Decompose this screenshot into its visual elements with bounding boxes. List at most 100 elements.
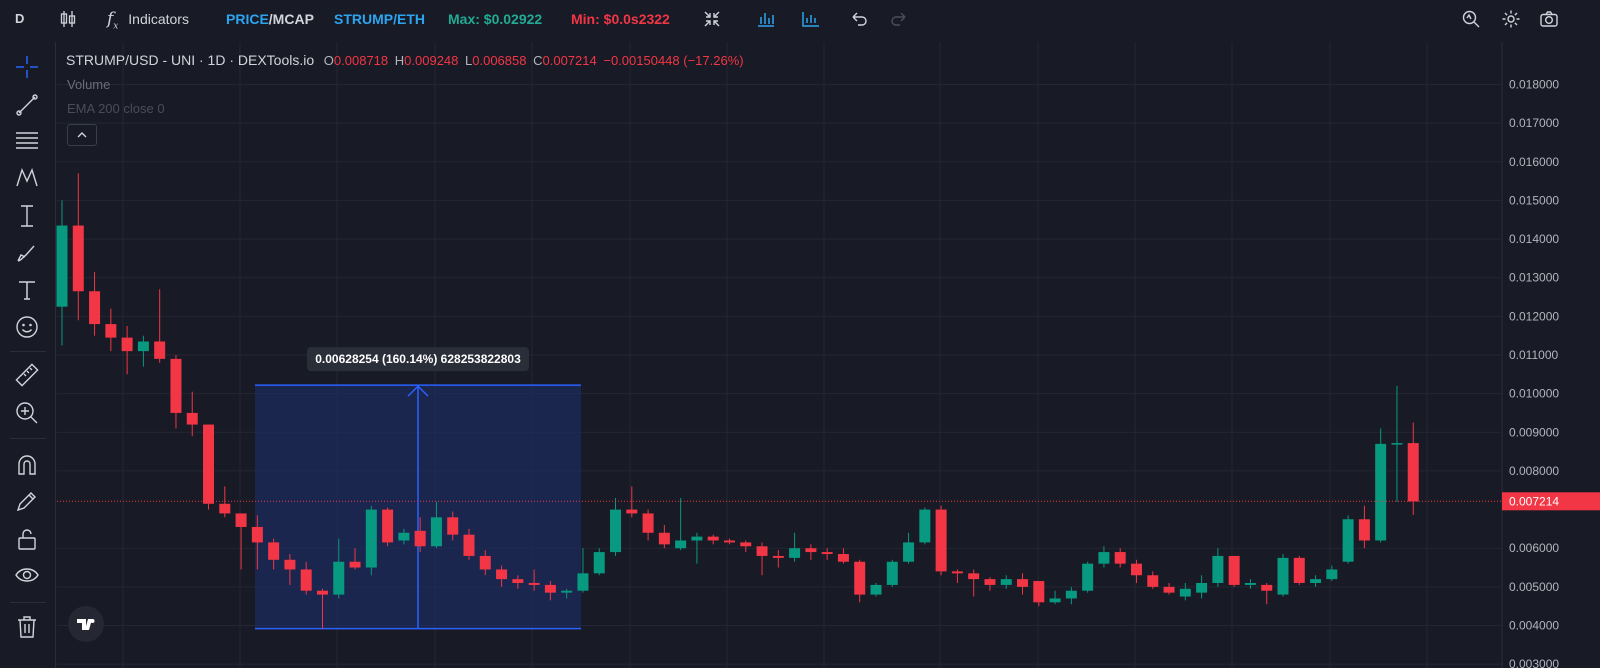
candle-body (1065, 590, 1077, 599)
close-label: C (533, 53, 543, 68)
candle (1212, 548, 1224, 587)
volume-indicator-label[interactable]: Volume (67, 77, 110, 92)
crosshair-icon[interactable] (14, 54, 40, 80)
candle-body (89, 291, 101, 325)
price-tick-label: 0.003000 (1509, 657, 1559, 668)
candle-body (1375, 443, 1387, 541)
price-tick-label: 0.008000 (1509, 464, 1559, 478)
candle-body (414, 530, 426, 547)
candle (935, 505, 947, 576)
candle-body (333, 561, 345, 595)
price-label: PRICE (226, 11, 269, 27)
candle-body (870, 584, 882, 595)
candle (870, 582, 882, 597)
candle (154, 289, 166, 363)
candle (235, 513, 247, 570)
toolbar-divider (10, 351, 46, 352)
bar-chart-icon[interactable] (756, 9, 776, 29)
candle-body (316, 590, 328, 595)
brush-icon[interactable] (14, 240, 40, 266)
candles-icon[interactable] (58, 9, 78, 29)
measure-projection-icon[interactable] (14, 203, 40, 229)
pair-switch-button[interactable]: STRUMP/ETH (334, 0, 425, 38)
candle-body (903, 542, 915, 562)
candle-body (496, 569, 508, 580)
line-chart-icon[interactable] (801, 9, 821, 29)
candle-body (121, 337, 133, 352)
candle-body (235, 513, 247, 527)
candle-body (1017, 579, 1029, 587)
symbol-title[interactable]: STRUMP/USD - UNI · 1D · DEXTools.io (66, 52, 314, 68)
candle-body (365, 509, 377, 568)
candle-body (382, 509, 394, 543)
candle-body (1391, 443, 1403, 445)
tradingview-logo[interactable] (68, 606, 104, 642)
ruler-icon[interactable] (14, 362, 40, 388)
drawing-toolbar (0, 42, 56, 668)
candle-body (707, 536, 719, 541)
candle-body (1147, 575, 1159, 587)
toolbar-divider (10, 438, 46, 439)
fx-icon: fx (107, 9, 119, 32)
price-tick-label: 0.005000 (1509, 580, 1559, 594)
candle (219, 486, 231, 518)
candle (593, 548, 605, 576)
high-value: 0.009248 (404, 53, 459, 68)
candle-body (789, 548, 801, 558)
magnet-icon[interactable] (14, 452, 40, 478)
trend-line-icon[interactable] (14, 92, 40, 118)
candle (170, 355, 182, 429)
collapse-legend-button[interactable] (67, 124, 97, 146)
quick-search-icon[interactable] (1461, 9, 1481, 29)
candle (1082, 561, 1094, 593)
candle-body (610, 509, 622, 553)
candle (837, 548, 849, 564)
candle-body (1342, 519, 1354, 562)
candle (1310, 575, 1322, 587)
ohlc-legend: STRUMP/USD - UNI · 1D · DEXTools.io O0.0… (66, 52, 744, 68)
redo-icon[interactable] (889, 9, 909, 29)
eye-icon[interactable] (14, 562, 40, 588)
candle (1179, 582, 1191, 601)
indicators-button[interactable]: fx Indicators (107, 0, 189, 38)
candle-body (740, 542, 752, 547)
candle (1261, 582, 1273, 605)
measure-tool[interactable] (255, 384, 581, 630)
candle (968, 569, 980, 597)
candle-body (1179, 588, 1191, 597)
settings-gear-icon[interactable] (1501, 9, 1521, 29)
candle (740, 540, 752, 553)
symbol-button[interactable]: D (15, 0, 24, 38)
pattern-icon[interactable] (14, 165, 40, 191)
candle (772, 550, 784, 568)
emoji-icon[interactable] (14, 314, 40, 340)
candle-body (561, 590, 573, 593)
collapse-icon[interactable] (702, 9, 722, 29)
candle (919, 507, 931, 545)
candle-body (626, 509, 638, 514)
ema-indicator-label[interactable]: EMA 200 close 0 (67, 101, 165, 116)
candle-body (251, 526, 263, 543)
candle (1147, 571, 1159, 589)
lock-drawing-pencil-icon[interactable] (14, 489, 40, 515)
close-value: 0.007214 (542, 53, 597, 68)
price-axis[interactable]: 0.018000 0.017000 0.016000 0.015000 0.014000… (1501, 42, 1600, 668)
price-tick-label: 0.016000 (1509, 155, 1559, 169)
price-mcap-toggle[interactable]: PRICE/MCAP (226, 0, 314, 38)
camera-icon[interactable] (1539, 9, 1559, 29)
undo-icon[interactable] (849, 9, 869, 29)
candle-body (479, 555, 491, 570)
candle (707, 534, 719, 545)
candle (854, 559, 866, 603)
price-chart[interactable]: 0.018000 0.017000 0.016000 0.015000 0.014000… (0, 0, 1600, 668)
candle-body (1358, 519, 1370, 541)
fib-retracement-icon[interactable] (14, 128, 40, 154)
zoom-in-icon[interactable] (14, 400, 40, 426)
trash-icon[interactable] (14, 614, 40, 640)
candle (1163, 582, 1175, 595)
candle (642, 509, 654, 541)
candle (105, 308, 117, 352)
text-tool-icon[interactable] (14, 277, 40, 303)
candle (1326, 565, 1338, 582)
unlock-icon[interactable] (14, 526, 40, 552)
